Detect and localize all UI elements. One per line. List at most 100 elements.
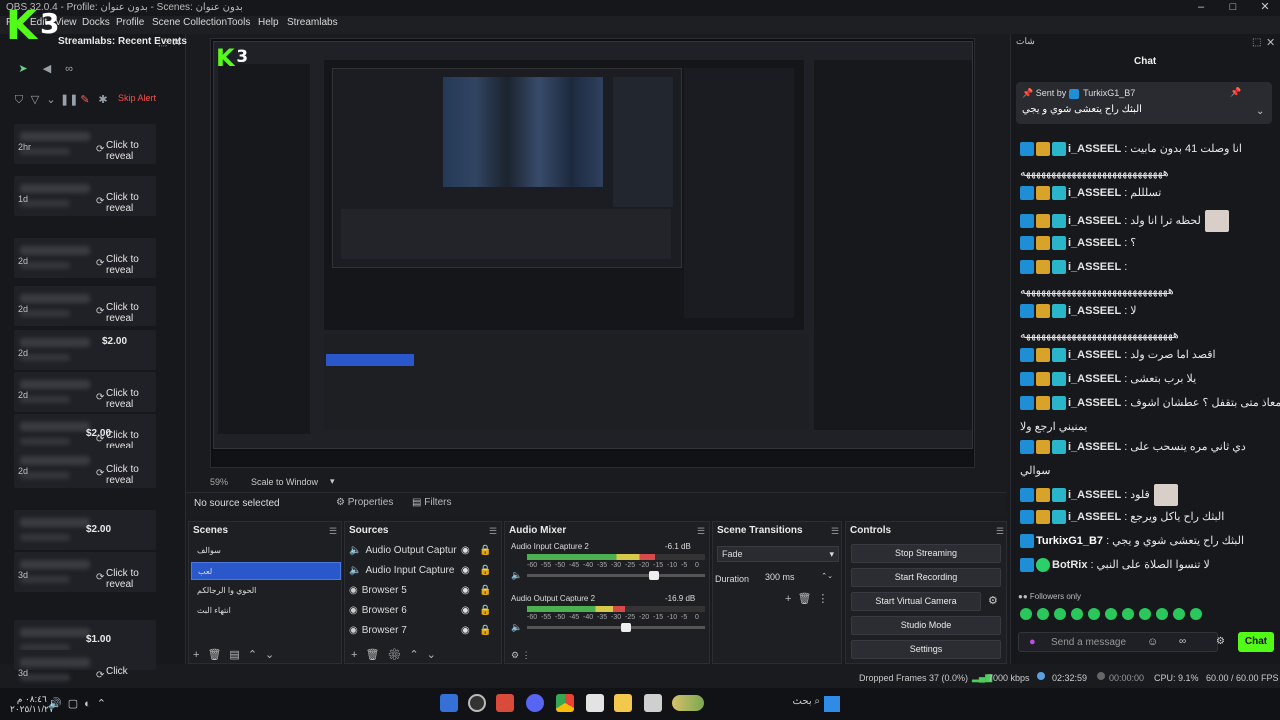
dock-menu-icon[interactable]: ☰ [489,526,497,537]
pause-icon[interactable]: ❚❚ [60,93,78,107]
dock-menu-icon[interactable]: ☰ [329,526,337,537]
eye-icon[interactable]: ◉ [461,602,470,620]
scene-item[interactable]: لعب [191,562,341,580]
emote-icon[interactable] [1190,608,1202,620]
chat-username[interactable]: i_ASSEEL [1068,215,1121,227]
emote-icon[interactable] [1156,608,1168,620]
add-icon[interactable]: + [785,593,797,605]
gear-icon[interactable]: ⚙ [988,594,998,607]
shield-icon[interactable]: ⛉ [12,93,26,107]
megaphone-icon[interactable]: ◀ [40,62,54,76]
chat-gear-icon[interactable]: ⚙ [1216,636,1225,647]
filter-icon[interactable]: ▽ [28,93,42,107]
start-recording-button[interactable]: Start Recording [851,568,1001,587]
mute-icon[interactable]: ✎ [78,93,92,107]
chat-username[interactable]: i_ASSEEL [1068,237,1121,249]
eye-icon[interactable]: ◉ [461,562,470,580]
widget-icon[interactable] [672,695,704,711]
windows-start-icon[interactable] [824,696,840,712]
discord-icon[interactable] [526,694,544,712]
close-dock-icon[interactable]: ✕ [1266,36,1275,49]
menu-profile[interactable]: Profile [116,17,144,28]
skip-alert-button[interactable]: Skip Alert [118,93,156,103]
pinned-message[interactable]: 📌 Sent by TurkixG1_B7 البثك راح يتعشى شو… [1016,82,1272,124]
close-dock-icon[interactable]: ✕ [172,36,181,49]
link-icon[interactable]: ∞ [62,62,76,76]
add-icon[interactable]: + [193,649,207,661]
transition-select[interactable]: Fade ▾ [717,546,839,562]
trash-icon[interactable]: 🗑 [365,649,387,661]
scale-select[interactable]: Scale to Window [251,477,318,487]
search-box[interactable]: بحث ⌕ [760,696,820,712]
chevron-down-icon[interactable]: ⌄ [1256,106,1264,117]
chat-username[interactable]: i_ASSEEL [1068,305,1121,317]
click-to-reveal[interactable]: Click to reveal [106,140,152,162]
trash-icon[interactable]: 🗑 [207,649,229,661]
up-icon[interactable]: ⌃ [248,649,265,661]
emote-icon[interactable] [1139,608,1151,620]
chat-username[interactable]: i_ASSEEL [1068,489,1121,501]
studio-mode-button[interactable]: Studio Mode [851,616,1001,635]
emote-icon[interactable] [1173,608,1185,620]
obs-taskbar-icon[interactable] [440,694,458,712]
mixer-gear-icon[interactable]: ⚙ ⋮ [511,650,531,661]
emoji-icon[interactable]: ☺ [1147,636,1158,648]
emote-icon[interactable] [1088,608,1100,620]
chat-username[interactable]: i_ASSEEL [1068,349,1121,361]
chevron-down-icon[interactable]: ▾ [330,476,335,487]
menu-streamlabs[interactable]: Streamlabs [287,17,338,28]
gear-icon[interactable]: ⚙ [387,649,409,661]
click-to-reveal[interactable]: Click to reveal [106,568,152,590]
speaker-icon[interactable]: 🔈 [511,570,522,581]
folder-icon[interactable] [614,694,632,712]
chat-username[interactable]: BotRix [1052,559,1087,571]
zoom-level[interactable]: 59% [210,477,228,487]
link-icon[interactable]: ∞ [1179,636,1186,647]
properties-button[interactable]: ⚙ Properties [336,497,393,508]
store-icon[interactable] [586,694,604,712]
menu-help[interactable]: Help [258,17,279,28]
undock-icon[interactable]: ⬚ [158,37,167,48]
source-row[interactable]: ◉ Browser 5 ◉ 🔒 [349,582,499,600]
up-icon[interactable]: ⌃ [409,649,426,661]
mic-icon[interactable]: ● [1029,636,1036,648]
filter-icon[interactable]: ▤ [229,649,247,661]
menu-tools[interactable]: Tools [227,17,250,28]
chrome-icon[interactable] [556,694,574,712]
undock-icon[interactable]: ⬚ [1252,37,1261,48]
obs-app-icon[interactable] [468,694,486,712]
click-to-reveal[interactable]: Click to reveal [106,302,152,324]
chat-username[interactable]: i_ASSEEL [1068,143,1121,155]
dock-menu-icon[interactable]: ☰ [996,526,1004,537]
trash-icon[interactable]: 🗑 [797,593,817,605]
menu-scene-collection[interactable]: Scene Collection [152,17,227,28]
stop-streaming-button[interactable]: Stop Streaming [851,544,1001,563]
send-icon[interactable]: ➤ [16,62,30,76]
settings-button[interactable]: Settings [851,640,1001,659]
filters-button[interactable]: ▤ Filters [412,497,451,508]
add-icon[interactable]: + [351,649,365,661]
start-virtual-camera-button[interactable]: Start Virtual Camera [851,592,981,611]
eye-icon[interactable]: ◉ [461,582,470,600]
scene-item[interactable]: سوالف [191,542,341,560]
scene-item[interactable]: الحوي وا الرجالكم [191,582,341,600]
lock-icon[interactable]: 🔒 [479,562,491,580]
dock-menu-icon[interactable]: ☰ [697,526,705,537]
source-row[interactable]: ◉ Browser 6 ◉ 🔒 [349,602,499,620]
window-icon[interactable] [644,694,662,712]
emote-icon[interactable] [1037,608,1049,620]
emote-icon[interactable] [1020,608,1032,620]
click-to-reveal[interactable]: Click to reveal [106,388,152,410]
slider-knob[interactable] [620,623,631,632]
lock-icon[interactable]: 🔒 [479,582,491,600]
event-row[interactable] [14,330,156,370]
click-to-reveal[interactable]: Click [106,666,152,677]
source-row[interactable]: 🔈 Audio Input Capture 2 ◉ 🔒 [349,562,499,580]
eye-icon[interactable]: ◉ [461,622,470,640]
menu-icon[interactable]: ⋮ [817,593,834,605]
pin-icon[interactable]: 📌 [1230,87,1241,98]
minimize-button[interactable]: – [1186,0,1216,16]
volume-slider[interactable] [527,571,705,580]
settings-icon[interactable]: ✱ [96,93,110,107]
volume-slider[interactable] [527,623,705,632]
